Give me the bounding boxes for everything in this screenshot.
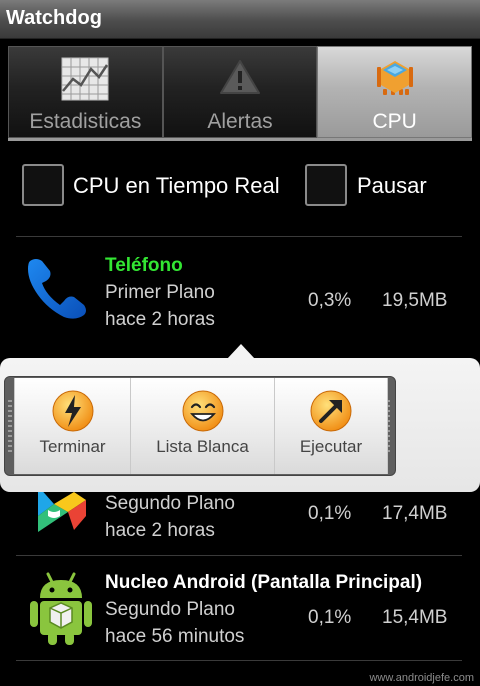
terminar-button[interactable]: Terminar (14, 378, 131, 474)
process-state: Segundo Plano (105, 599, 235, 620)
process-memory: 15,4MB (382, 607, 448, 628)
process-time: hace 56 minutos (105, 626, 245, 647)
popup-pointer (227, 344, 255, 359)
process-name: Teléfono (105, 255, 183, 276)
lista-blanca-button[interactable]: Lista Blanca (130, 378, 275, 474)
lista-blanca-label: Lista Blanca (156, 437, 249, 456)
ejecutar-label: Ejecutar (299, 437, 363, 456)
process-row-nucleo-android[interactable]: Nucleo Android (Pantalla Principal) Segu… (0, 556, 480, 660)
realtime-label: CPU en Tiempo Real (73, 173, 280, 198)
tab-indicator (8, 138, 472, 141)
pause-label: Pausar (357, 173, 427, 198)
arrow-up-right-icon (309, 389, 353, 438)
process-memory: 17,4MB (382, 503, 448, 524)
terminar-label: Terminar (39, 437, 106, 456)
options-row: CPU en Tiempo Real Pausar (22, 164, 462, 210)
process-cpu: 0,1% (308, 503, 352, 524)
process-name: Nucleo Android (Pantalla Principal) (105, 572, 423, 593)
pause-checkbox[interactable] (305, 164, 347, 206)
play-store-icon (34, 486, 88, 539)
cpu-chip-icon (371, 55, 419, 104)
title-bar: Watchdog (0, 0, 480, 39)
ejecutar-button[interactable]: Ejecutar (274, 378, 388, 474)
process-memory: 19,5MB (382, 290, 448, 311)
watermark: www.androidjefe.com (369, 672, 474, 684)
phone-icon (24, 255, 94, 326)
tab-alertas[interactable]: Alertas (162, 46, 318, 138)
process-cpu: 0,3% (308, 290, 352, 311)
statistics-chart-icon (59, 55, 111, 108)
process-time: hace 2 horas (105, 520, 215, 541)
process-cpu: 0,1% (308, 607, 352, 628)
lightning-icon (51, 389, 95, 438)
process-time: hace 2 horas (105, 309, 215, 330)
warning-triangle-icon (217, 55, 263, 104)
divider (16, 660, 462, 661)
app-title: Watchdog (6, 7, 102, 29)
tab-label: Estadisticas (29, 110, 142, 133)
android-robot-icon (28, 572, 94, 651)
tab-label: CPU (372, 110, 417, 133)
process-state: Segundo Plano (105, 493, 235, 514)
tab-bar: Estadisticas Alertas CPU (8, 46, 473, 140)
process-state: Primer Plano (105, 282, 215, 303)
tab-cpu[interactable]: CPU (317, 46, 473, 138)
process-row-telefono[interactable]: Teléfono Primer Plano hace 2 horas 0,3% … (0, 237, 480, 343)
scroll-grip-left (8, 400, 12, 452)
tab-label: Alertas (207, 110, 273, 133)
smiley-icon (181, 389, 225, 438)
tab-estadisticas[interactable]: Estadisticas (8, 46, 163, 138)
realtime-checkbox[interactable] (22, 164, 64, 206)
